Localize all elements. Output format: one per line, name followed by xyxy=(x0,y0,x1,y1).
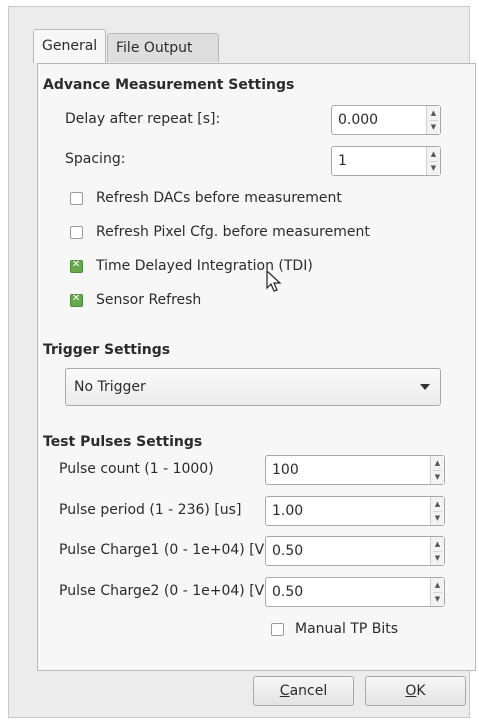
spin-down-icon[interactable]: ▼ xyxy=(431,592,444,606)
delay-label: Delay after repeat [s]: xyxy=(65,111,221,127)
ok-button[interactable]: OK xyxy=(365,676,466,706)
delay-value: 0.000 xyxy=(338,112,379,128)
tab-file-output[interactable]: File Output xyxy=(107,33,219,62)
pulse-charge2-spinbox[interactable]: 0.50 ▲ ▼ xyxy=(265,577,445,607)
spin-down-icon[interactable]: ▼ xyxy=(431,470,444,484)
refresh-pixel-cfg-checkbox[interactable] xyxy=(70,226,83,239)
pulse-charge2-label: Pulse Charge2 (0 - 1e+04) [V] xyxy=(59,583,270,599)
advance-settings-title: Advance Measurement Settings xyxy=(43,77,295,93)
ok-label-rest: K xyxy=(416,683,426,699)
trigger-selected-value: No Trigger xyxy=(74,379,146,395)
spacing-value: 1 xyxy=(338,153,347,169)
sensor-refresh-label[interactable]: Sensor Refresh xyxy=(96,292,201,308)
spin-down-icon[interactable]: ▼ xyxy=(427,120,440,134)
dropdown-arrow-icon xyxy=(420,384,430,390)
spacing-spinbox[interactable]: 1 ▲ ▼ xyxy=(331,146,441,176)
mouse-cursor-icon xyxy=(266,270,282,292)
ok-mnemonic: O xyxy=(405,683,417,699)
pulse-count-value: 100 xyxy=(272,462,299,478)
spin-down-icon[interactable]: ▼ xyxy=(431,551,444,565)
spin-up-icon[interactable]: ▲ xyxy=(431,456,444,470)
settings-dialog: General File Output Advance Measurement … xyxy=(8,6,476,718)
spin-up-icon[interactable]: ▲ xyxy=(431,578,444,592)
manual-tp-bits-checkbox[interactable] xyxy=(271,623,284,636)
pulse-period-label: Pulse period (1 - 236) [us] xyxy=(59,502,242,518)
test-pulses-title: Test Pulses Settings xyxy=(43,434,203,450)
tdi-checkbox[interactable] xyxy=(70,259,83,273)
refresh-pixel-cfg-label[interactable]: Refresh Pixel Cfg. before measurement xyxy=(96,224,370,240)
spin-up-icon[interactable]: ▲ xyxy=(427,147,440,161)
pulse-charge1-value: 0.50 xyxy=(272,543,304,559)
spacing-label: Spacing: xyxy=(65,151,126,167)
cancel-mnemonic: C xyxy=(279,683,290,699)
spin-down-icon[interactable]: ▼ xyxy=(431,511,444,525)
refresh-dacs-label[interactable]: Refresh DACs before measurement xyxy=(96,190,342,206)
pulse-charge1-label: Pulse Charge1 (0 - 1e+04) [V] xyxy=(59,542,270,558)
tab-general[interactable]: General xyxy=(33,29,106,63)
spin-up-icon[interactable]: ▲ xyxy=(431,497,444,511)
sensor-refresh-checkbox[interactable] xyxy=(70,293,83,307)
pulse-charge1-spinbox[interactable]: 0.50 ▲ ▼ xyxy=(265,536,445,566)
cancel-button[interactable]: Cancel xyxy=(253,676,354,706)
pulse-period-spinbox[interactable]: 1.00 ▲ ▼ xyxy=(265,496,445,526)
cancel-label-rest: ancel xyxy=(289,683,328,699)
refresh-dacs-checkbox[interactable] xyxy=(70,192,83,205)
delay-spinbox[interactable]: 0.000 ▲ ▼ xyxy=(331,105,441,135)
spin-down-icon[interactable]: ▼ xyxy=(427,161,440,175)
manual-tp-bits-label[interactable]: Manual TP Bits xyxy=(295,621,398,637)
spin-up-icon[interactable]: ▲ xyxy=(431,537,444,551)
trigger-settings-title: Trigger Settings xyxy=(43,342,171,358)
pulse-count-label: Pulse count (1 - 1000) xyxy=(59,461,214,477)
spin-up-icon[interactable]: ▲ xyxy=(427,106,440,120)
pulse-charge2-value: 0.50 xyxy=(272,584,304,600)
trigger-select[interactable]: No Trigger xyxy=(65,368,441,406)
pulse-period-value: 1.00 xyxy=(272,503,304,519)
pulse-count-spinbox[interactable]: 100 ▲ ▼ xyxy=(265,455,445,485)
